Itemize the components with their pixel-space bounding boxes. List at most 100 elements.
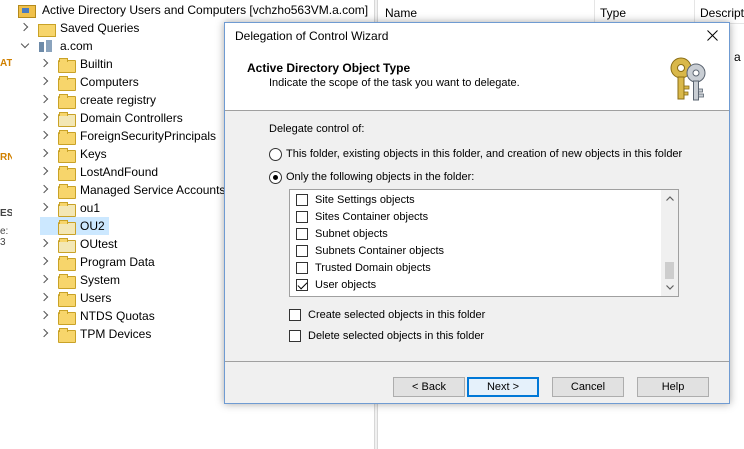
tree-item[interactable]: Domain Controllers xyxy=(40,109,183,127)
object-label: Trusted Domain objects xyxy=(315,261,431,274)
object-checkbox[interactable] xyxy=(296,210,308,223)
object-checkbox[interactable] xyxy=(296,227,308,240)
tree-root[interactable]: Active Directory Users and Computers [vc… xyxy=(18,1,368,19)
chevron-right-icon[interactable] xyxy=(40,149,50,159)
ou-icon xyxy=(58,111,76,127)
radio-only-following[interactable] xyxy=(269,171,282,184)
tree-item[interactable]: NTDS Quotas xyxy=(40,307,155,325)
tree-item[interactable]: Keys xyxy=(40,145,107,163)
ou-icon xyxy=(58,219,76,235)
list-scrollbar[interactable] xyxy=(661,190,678,296)
tree-item[interactable]: System xyxy=(40,271,120,289)
chevron-right-icon[interactable] xyxy=(40,77,50,87)
column-header-type[interactable]: Type xyxy=(600,6,626,20)
object-checkbox[interactable] xyxy=(296,193,308,206)
object-checkbox[interactable] xyxy=(296,278,308,291)
create-selected-label[interactable]: Create selected objects in this folder xyxy=(308,309,485,321)
tree-item[interactable]: ou1 xyxy=(40,199,100,217)
folder-icon xyxy=(58,327,76,343)
object-checkbox[interactable] xyxy=(296,244,308,257)
scroll-up-button[interactable] xyxy=(661,190,678,207)
radio-this-folder-label[interactable]: This folder, existing objects in this fo… xyxy=(286,148,682,160)
chevron-right-icon[interactable] xyxy=(40,257,50,267)
column-header-name[interactable]: Name xyxy=(385,6,417,20)
delegation-wizard-dialog: Delegation of Control Wizard Active Dire… xyxy=(224,22,730,404)
scroll-down-button[interactable] xyxy=(661,279,678,296)
help-button[interactable]: Help xyxy=(637,377,709,397)
expander-placeholder xyxy=(40,221,50,231)
tree-item[interactable]: Users xyxy=(40,289,111,307)
tree-item[interactable]: TPM Devices xyxy=(40,325,151,343)
background-window-edge: AT RN ES e: 3 xyxy=(0,0,12,449)
next-button[interactable]: Next > xyxy=(467,377,539,397)
chevron-right-icon[interactable] xyxy=(40,203,50,213)
close-icon xyxy=(706,29,718,41)
tree-item[interactable]: LostAndFound xyxy=(40,163,158,181)
delete-selected-option[interactable]: Delete selected objects in this folder xyxy=(289,330,484,342)
tree-item[interactable]: create registry xyxy=(40,91,156,109)
radio-this-folder[interactable] xyxy=(269,148,282,161)
tree-item-label: OU2 xyxy=(80,219,105,233)
chevron-right-icon[interactable] xyxy=(40,167,50,177)
tree-item[interactable]: Managed Service Accounts xyxy=(40,181,225,199)
object-list-item[interactable]: Subnets Container objects xyxy=(296,242,444,259)
delete-selected-label[interactable]: Delete selected objects in this folder xyxy=(308,330,484,342)
header-subtitle: Indicate the scope of the task you want … xyxy=(269,77,520,89)
chevron-right-icon[interactable] xyxy=(40,293,50,303)
chevron-right-icon[interactable] xyxy=(40,185,50,195)
tree-item[interactable]: Computers xyxy=(40,73,139,91)
object-label: Subnet objects xyxy=(315,227,388,240)
tree-item[interactable]: Saved Queries xyxy=(20,19,139,37)
object-checkbox[interactable] xyxy=(296,261,308,274)
object-label: Site Settings objects xyxy=(315,193,415,206)
footer-divider xyxy=(225,361,729,362)
tree-item[interactable]: OU2 xyxy=(40,217,109,235)
chevron-right-icon[interactable] xyxy=(40,113,50,123)
chevron-right-icon[interactable] xyxy=(40,311,50,321)
tree-item[interactable]: Program Data xyxy=(40,253,155,271)
column-divider[interactable] xyxy=(594,0,595,24)
radio-only-following-label[interactable]: Only the following objects in the folder… xyxy=(286,171,474,183)
object-list-item[interactable]: Trusted Domain objects xyxy=(296,259,431,276)
object-list-item[interactable]: Site Settings objects xyxy=(296,191,415,208)
cancel-button[interactable]: Cancel xyxy=(552,377,624,397)
scroll-thumb[interactable] xyxy=(665,262,674,279)
close-button[interactable] xyxy=(695,23,729,47)
tree-item[interactable]: OUtest xyxy=(40,235,117,253)
chevron-right-icon[interactable] xyxy=(40,59,50,69)
back-button[interactable]: < Back xyxy=(393,377,465,397)
folder-icon xyxy=(58,309,76,325)
folder-icon xyxy=(58,255,76,271)
saved-queries-icon xyxy=(38,22,56,37)
folder-icon xyxy=(58,165,76,181)
column-header-description[interactable]: Descript xyxy=(700,6,744,20)
object-list-item[interactable]: Subnet objects xyxy=(296,225,388,242)
chevron-right-icon[interactable] xyxy=(40,329,50,339)
ou-icon xyxy=(58,201,76,217)
chevron-right-icon[interactable] xyxy=(20,23,30,33)
tree-item-label: LostAndFound xyxy=(80,165,159,179)
tree-item[interactable]: a.com xyxy=(20,37,93,55)
column-divider[interactable] xyxy=(694,0,695,24)
object-list-item[interactable]: Sites Container objects xyxy=(296,208,428,225)
chevron-right-icon[interactable] xyxy=(40,239,50,249)
header-title: Active Directory Object Type xyxy=(247,61,411,75)
folder-icon xyxy=(58,75,76,91)
tree-item[interactable]: Builtin xyxy=(40,55,113,73)
chevron-right-icon[interactable] xyxy=(40,95,50,105)
object-list-item[interactable]: User objects xyxy=(296,276,376,293)
chevron-down-icon[interactable] xyxy=(20,41,30,51)
tree-item-label: OUtest xyxy=(80,237,118,251)
create-selected-option[interactable]: Create selected objects in this folder xyxy=(289,309,485,321)
edge-fragment: AT xyxy=(0,58,12,69)
object-type-list[interactable]: Site Settings objects Sites Container obj… xyxy=(289,189,679,297)
tree-item-label: create registry xyxy=(80,93,157,107)
create-selected-checkbox[interactable] xyxy=(289,309,301,321)
tree-item[interactable]: ForeignSecurityPrincipals xyxy=(40,127,216,145)
delete-selected-checkbox[interactable] xyxy=(289,330,301,342)
dialog-titlebar[interactable]: Delegation of Control Wizard xyxy=(225,23,729,47)
tree-item-label: Saved Queries xyxy=(60,21,140,35)
chevron-right-icon[interactable] xyxy=(40,131,50,141)
chevron-up-icon xyxy=(665,196,674,201)
chevron-right-icon[interactable] xyxy=(40,275,50,285)
